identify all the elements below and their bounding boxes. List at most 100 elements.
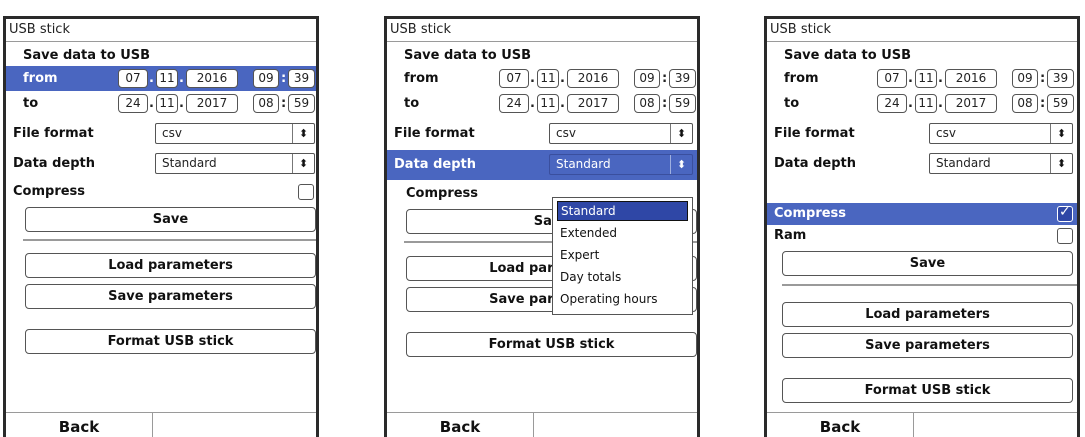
dropdown-option[interactable]: Expert (557, 245, 688, 265)
to-hour-field[interactable]: 08 (253, 94, 279, 113)
data-depth-value: Standard (162, 156, 217, 170)
to-minute-field[interactable]: 59 (288, 94, 315, 113)
to-day-field[interactable]: 24 (877, 94, 907, 113)
to-minute-field[interactable]: 59 (669, 94, 696, 113)
load-parameters-button[interactable]: Load parameters (25, 253, 316, 278)
date-separator: . (908, 71, 913, 86)
ram-checkbox[interactable] (1057, 228, 1073, 244)
to-minute-field[interactable]: 59 (1047, 94, 1074, 113)
file-format-value: csv (556, 126, 576, 140)
date-separator: . (530, 71, 535, 86)
compress-row[interactable]: Compress ✓ (767, 203, 1077, 225)
data-depth-row[interactable]: Data depth Standard ⬍ (767, 150, 1077, 178)
data-depth-value: Standard (936, 156, 991, 170)
to-day-field[interactable]: 24 (499, 94, 529, 113)
dropdown-option[interactable]: Standard (557, 201, 688, 221)
date-separator: . (179, 71, 184, 86)
compress-row[interactable]: Compress (6, 180, 316, 204)
from-row[interactable]: from 07 . 11 . 2016 09 : 39 (387, 66, 697, 91)
up-down-arrows-icon: ⬍ (1050, 124, 1072, 143)
data-depth-row[interactable]: Data depth Standard ⬍ (387, 150, 697, 180)
date-separator: . (938, 96, 943, 111)
footer-bar: Back (6, 412, 316, 437)
from-month-field[interactable]: 11 (537, 69, 559, 88)
usb-stick-screen-2: USB stick Save data to USB from 07 . 11 … (384, 16, 700, 437)
from-month-field[interactable]: 11 (915, 69, 937, 88)
file-format-row[interactable]: File format csv ⬍ (6, 120, 316, 148)
save-parameters-button[interactable]: Save parameters (782, 333, 1073, 358)
save-button[interactable]: Save (782, 251, 1073, 276)
date-separator: . (560, 96, 565, 111)
file-format-select[interactable]: csv ⬍ (929, 123, 1073, 144)
file-format-label: File format (774, 126, 855, 141)
from-label: from (404, 71, 439, 86)
to-month-field[interactable]: 11 (537, 94, 559, 113)
to-row[interactable]: to 24 . 11 . 2017 08 : 59 (387, 91, 697, 116)
from-year-field[interactable]: 2016 (567, 69, 619, 88)
to-hour-field[interactable]: 08 (634, 94, 660, 113)
from-label: from (23, 71, 58, 86)
dropdown-option[interactable]: Operating hours (557, 289, 688, 309)
save-parameters-button[interactable]: Save parameters (25, 284, 316, 309)
save-button[interactable]: Save (25, 207, 316, 232)
to-day-field[interactable]: 24 (118, 94, 148, 113)
from-year-field[interactable]: 2016 (186, 69, 238, 88)
from-row[interactable]: from 07 . 11 . 2016 09 : 39 (767, 66, 1077, 91)
file-format-row[interactable]: File format csv ⬍ (767, 120, 1077, 148)
date-separator: . (938, 71, 943, 86)
to-row[interactable]: to 24 . 11 . 2017 08 : 59 (767, 91, 1077, 116)
data-depth-value: Standard (556, 157, 611, 171)
ram-row[interactable]: Ram (767, 225, 1077, 247)
format-usb-stick-button[interactable]: Format USB stick (25, 329, 316, 354)
screen-title: USB stick (767, 19, 1077, 42)
to-row[interactable]: to 24 . 11 . 2017 08 : 59 (6, 91, 316, 116)
to-year-field[interactable]: 2017 (945, 94, 997, 113)
from-minute-field[interactable]: 39 (1047, 69, 1074, 88)
screen-title: USB stick (387, 19, 697, 42)
dropdown-option[interactable]: Day totals (557, 267, 688, 287)
compress-checkbox[interactable]: ✓ (1057, 204, 1073, 222)
dropdown-option[interactable]: Extended (557, 223, 688, 243)
back-button[interactable]: Back (6, 413, 153, 437)
load-parameters-button[interactable]: Load parameters (782, 302, 1073, 327)
from-row[interactable]: from 07 . 11 . 2016 09 : 39 (6, 66, 316, 91)
from-day-field[interactable]: 07 (118, 69, 148, 88)
from-hour-field[interactable]: 09 (253, 69, 279, 88)
data-depth-label: Data depth (13, 156, 95, 171)
data-depth-select[interactable]: Standard ⬍ (549, 154, 693, 175)
time-separator: : (281, 71, 287, 86)
from-hour-field[interactable]: 09 (1012, 69, 1038, 88)
date-separator: . (908, 96, 913, 111)
to-month-field[interactable]: 11 (915, 94, 937, 113)
compress-checkbox[interactable] (298, 184, 314, 200)
data-depth-row[interactable]: Data depth Standard ⬍ (6, 150, 316, 178)
from-minute-field[interactable]: 39 (288, 69, 315, 88)
format-usb-stick-button[interactable]: Format USB stick (406, 332, 697, 357)
from-day-field[interactable]: 07 (499, 69, 529, 88)
data-depth-dropdown-list: Standard Extended Expert Day totals Oper… (552, 197, 693, 315)
data-depth-select[interactable]: Standard ⬍ (929, 153, 1073, 174)
from-minute-field[interactable]: 39 (669, 69, 696, 88)
back-button[interactable]: Back (767, 413, 914, 437)
date-separator: . (149, 71, 154, 86)
from-day-field[interactable]: 07 (877, 69, 907, 88)
date-separator: . (560, 71, 565, 86)
format-usb-stick-button[interactable]: Format USB stick (782, 378, 1073, 403)
data-depth-select[interactable]: Standard ⬍ (155, 153, 315, 174)
file-format-select[interactable]: csv ⬍ (549, 123, 693, 144)
to-year-field[interactable]: 2017 (567, 94, 619, 113)
back-button[interactable]: Back (387, 413, 534, 437)
file-format-label: File format (394, 126, 475, 141)
file-format-row[interactable]: File format csv ⬍ (387, 120, 697, 148)
from-month-field[interactable]: 11 (156, 69, 178, 88)
from-hour-field[interactable]: 09 (634, 69, 660, 88)
to-year-field[interactable]: 2017 (186, 94, 238, 113)
to-hour-field[interactable]: 08 (1012, 94, 1038, 113)
time-separator: : (662, 71, 668, 86)
to-month-field[interactable]: 11 (156, 94, 178, 113)
from-year-field[interactable]: 2016 (945, 69, 997, 88)
date-separator: . (179, 96, 184, 111)
usb-stick-screen-3: USB stick Save data to USB from 07 . 11 … (764, 16, 1080, 437)
file-format-select[interactable]: csv ⬍ (155, 123, 315, 144)
up-down-arrows-icon: ⬍ (292, 154, 314, 173)
